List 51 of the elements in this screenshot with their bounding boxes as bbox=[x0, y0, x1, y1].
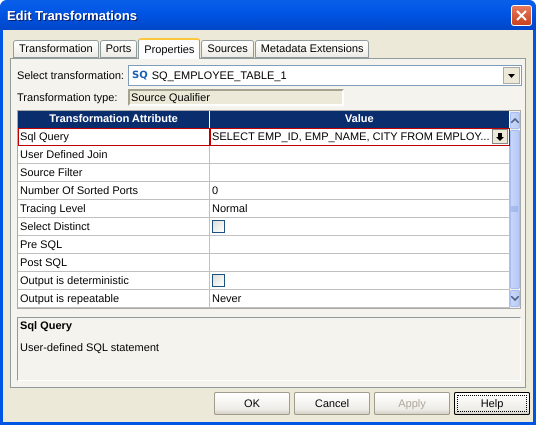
tab[interactable]: Metadata Extensions bbox=[254, 40, 370, 58]
tab[interactable]: Transformation bbox=[13, 40, 99, 58]
value-cell[interactable]: SELECT EMP_ID, EMP_NAME, CITY FROM EMPLOY... bbox=[210, 128, 510, 146]
attribute-cell[interactable]: Number Of Sorted Ports bbox=[18, 182, 210, 200]
scrollbar[interactable] bbox=[510, 111, 520, 308]
close-icon bbox=[516, 10, 527, 20]
value-cell[interactable] bbox=[210, 236, 510, 254]
value-cell[interactable]: 0 bbox=[210, 182, 510, 200]
value-cell[interactable] bbox=[210, 272, 510, 290]
caret-icon bbox=[508, 74, 515, 78]
column-header: Transformation Attribute bbox=[18, 111, 210, 128]
chevron-up-icon bbox=[510, 118, 519, 123]
dropdown-value: SQ_EMPLOYEE_TABLE_1 bbox=[152, 70, 288, 82]
close-button[interactable] bbox=[511, 4, 532, 26]
attribute-cell[interactable]: Tracing Level bbox=[18, 200, 210, 218]
attribute-cell[interactable]: Output is deterministic bbox=[18, 272, 210, 290]
tab[interactable]: Properties bbox=[138, 38, 200, 59]
value-cell[interactable]: Normal bbox=[210, 200, 510, 218]
value-cell[interactable]: Never bbox=[210, 290, 510, 308]
sq-icon: SQ bbox=[132, 70, 148, 81]
column-header: Value bbox=[210, 111, 510, 128]
description-text: User-defined SQL statement bbox=[20, 342, 160, 354]
attribute-cell[interactable]: Output is repeatable bbox=[18, 290, 210, 308]
value-cell[interactable] bbox=[210, 164, 510, 182]
type-field: Source Qualifier bbox=[128, 89, 344, 106]
dialog-button[interactable]: Help bbox=[454, 392, 530, 415]
chevron-down-icon bbox=[510, 296, 519, 301]
grip-icon bbox=[511, 206, 518, 213]
description-title: Sql Query bbox=[20, 320, 73, 332]
checkbox[interactable] bbox=[212, 220, 225, 233]
value-cell[interactable] bbox=[210, 146, 510, 164]
checkbox[interactable] bbox=[212, 274, 225, 287]
field-label: Transformation type: bbox=[17, 92, 118, 104]
tab[interactable]: Sources bbox=[201, 40, 254, 58]
transformation-dropdown[interactable]: SQ SQ_EMPLOYEE_TABLE_1 bbox=[128, 65, 522, 86]
dropdown-button[interactable] bbox=[503, 67, 520, 84]
attribute-cell[interactable]: User Defined Join bbox=[18, 146, 210, 164]
dialog-button[interactable]: OK bbox=[214, 392, 290, 415]
field-label: Select transformation: bbox=[17, 70, 124, 82]
window-title: Edit Transformations bbox=[7, 8, 138, 22]
edit-button[interactable] bbox=[492, 129, 508, 144]
dialog-button[interactable]: Cancel bbox=[294, 392, 370, 415]
attribute-cell[interactable]: Pre SQL bbox=[18, 236, 210, 254]
down-arrow-icon bbox=[494, 132, 505, 142]
attribute-cell[interactable]: Source Filter bbox=[18, 164, 210, 182]
tab[interactable]: Ports bbox=[100, 40, 138, 58]
attribute-cell[interactable]: Post SQL bbox=[18, 254, 210, 272]
value-cell[interactable] bbox=[210, 254, 510, 272]
value-cell[interactable] bbox=[210, 218, 510, 236]
attribute-cell[interactable]: Select Distinct bbox=[18, 218, 210, 236]
attribute-cell[interactable]: Sql Query bbox=[18, 128, 210, 146]
